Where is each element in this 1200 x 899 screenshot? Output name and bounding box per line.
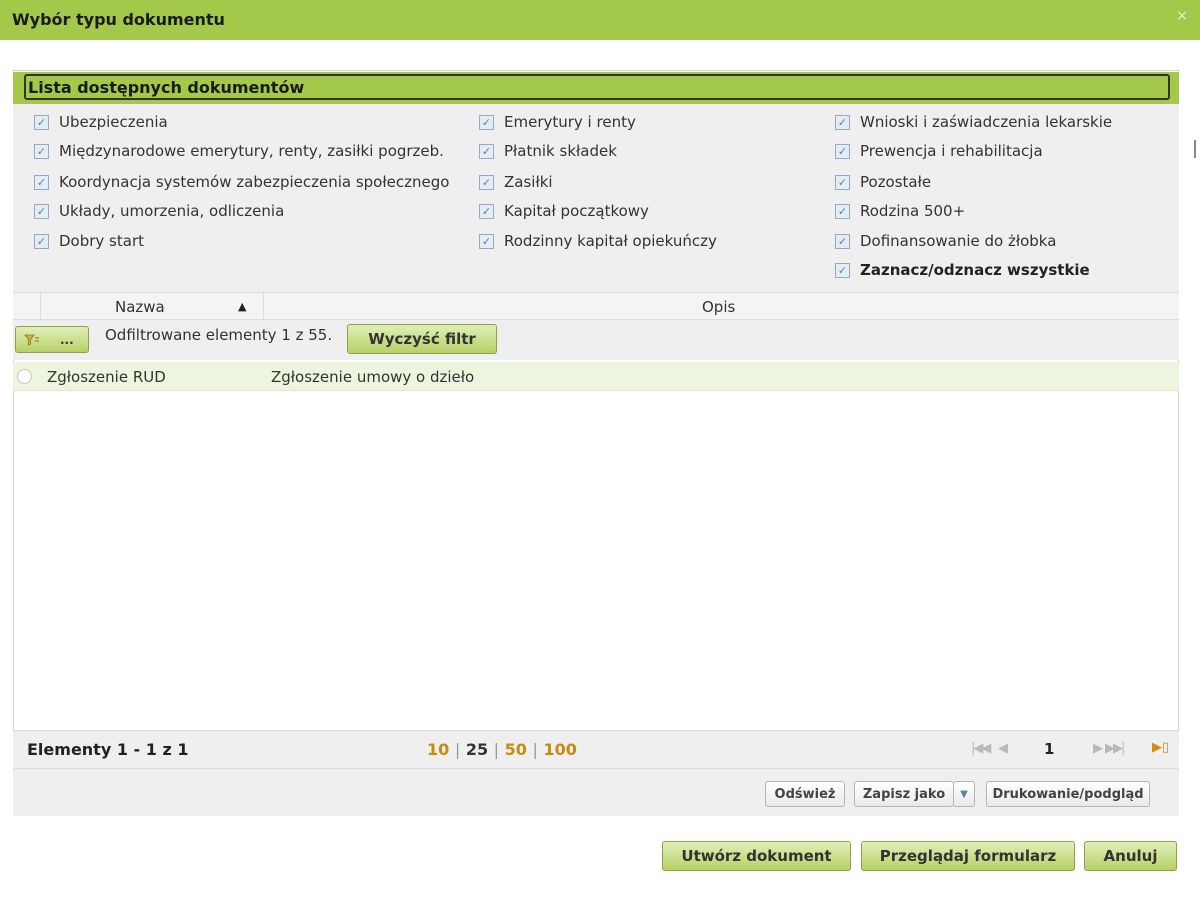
filter-label: Emerytury i renty — [504, 113, 636, 131]
filter-funnel-icon — [24, 334, 39, 346]
checkbox-checked-icon: ✓ — [479, 143, 494, 159]
filter-label: Kapitał początkowy — [504, 202, 649, 220]
filter-checkbox[interactable]: ✓ Układy, umorzenia, odliczenia — [34, 200, 284, 222]
clear-filter-button[interactable]: Wyczyść filtr — [347, 324, 497, 354]
row-radio[interactable] — [17, 369, 32, 384]
checkbox-checked-icon: ✓ — [34, 143, 49, 159]
checkbox-checked-icon: ✓ — [479, 233, 494, 249]
checkbox-checked-icon: ✓ — [479, 114, 494, 130]
cancel-button[interactable]: Anuluj — [1084, 841, 1177, 871]
save-as-dropdown-icon[interactable]: ▼ — [953, 781, 975, 807]
grid-header — [13, 292, 1179, 320]
column-divider — [263, 292, 264, 320]
filter-checkbox[interactable]: ✓ Wnioski i zaświadczenia lekarskie — [835, 111, 1112, 133]
page-size-separator: | — [454, 740, 461, 759]
filter-checkbox[interactable]: ✓ Dobry start — [34, 230, 144, 252]
filter-checkbox[interactable]: ✓ Kapitał początkowy — [479, 200, 649, 222]
row-desc: Zgłoszenie umowy o dzieło — [271, 368, 475, 386]
filter-checkbox[interactable]: ✓ Ubezpieczenia — [34, 111, 168, 133]
filter-label: Koordynacja systemów zabezpieczenia społ… — [59, 173, 450, 191]
filter-label: Wnioski i zaświadczenia lekarskie — [860, 113, 1113, 131]
select-all-label: Zaznacz/odznacz wszystkie — [860, 261, 1090, 279]
checkbox-checked-icon: ✓ — [34, 203, 49, 219]
filter-status: Odfiltrowane elementy 1 z 55. — [105, 326, 333, 344]
filter-checkbox[interactable]: ✓ Zasiłki — [479, 171, 553, 193]
filter-button[interactable]: ... — [15, 326, 89, 353]
close-icon[interactable]: × — [1176, 8, 1188, 24]
filter-label: Rodzinny kapitał opiekuńczy — [504, 232, 717, 250]
save-as-button[interactable]: Zapisz jako — [854, 781, 954, 807]
checkbox-checked-icon: ✓ — [34, 114, 49, 130]
filter-label: Układy, umorzenia, odliczenia — [59, 202, 285, 220]
filter-checkbox[interactable]: ✓ Rodzina 500+ — [835, 200, 965, 222]
pager-summary: Elementy 1 - 1 z 1 — [27, 740, 189, 759]
refresh-button[interactable]: Odśwież — [765, 781, 845, 807]
row-name: Zgłoszenie RUD — [47, 368, 166, 386]
filter-label: Prewencja i rehabilitacja — [860, 142, 1043, 160]
table-row[interactable] — [13, 362, 1179, 391]
filter-checkbox[interactable]: ✓ Płatnik składek — [479, 140, 617, 162]
create-document-button[interactable]: Utwórz dokument — [662, 841, 851, 871]
filter-checkbox[interactable]: ✓ Emerytury i renty — [479, 111, 636, 133]
page-size-separator: | — [532, 740, 538, 759]
filter-label: Międzynarodowe emerytury, renty, zasiłki… — [59, 142, 444, 160]
page-size-100[interactable]: 100 — [543, 740, 576, 759]
filter-checkbox[interactable]: ✓ Koordynacja systemów zabezpieczenia spo… — [34, 171, 449, 193]
checkbox-checked-icon: ✓ — [34, 174, 49, 190]
filter-checkbox[interactable]: ✓ Międzynarodowe emerytury, renty, zasiłk… — [34, 140, 444, 162]
page-size-separator: | — [493, 740, 500, 759]
browse-form-button[interactable]: Przeglądaj formularz — [861, 841, 1075, 871]
current-page: 1 — [1044, 740, 1055, 758]
prev-page-icon[interactable]: ◀ — [998, 741, 1008, 756]
last-page-icon[interactable]: ▶▶| — [1105, 741, 1125, 756]
checkbox-checked-icon: ✓ — [835, 143, 850, 159]
filter-label: Pozostałe — [860, 173, 932, 191]
page-size-10[interactable]: 10 — [427, 740, 449, 759]
filter-checkbox[interactable]: ✓ Dofinansowanie do żłobka — [835, 230, 1056, 252]
sort-asc-icon[interactable]: ▲ — [238, 300, 246, 313]
filter-checkbox[interactable]: ✓ Pozostałe — [835, 171, 931, 193]
checkbox-checked-icon: ✓ — [479, 203, 494, 219]
column-divider — [40, 292, 41, 320]
checkbox-checked-icon: ✓ — [835, 114, 850, 130]
filter-label: Rodzina 500+ — [860, 202, 966, 220]
page-size-50[interactable]: 50 — [505, 740, 527, 759]
filter-button-label: ... — [60, 332, 74, 347]
column-header-name[interactable]: Nazwa — [115, 298, 165, 316]
select-all-checkbox[interactable]: ✓ Zaznacz/odznacz wszystkie — [835, 259, 1090, 281]
dialog-title: Wybór typu dokumentu — [12, 10, 225, 29]
filter-label: Płatnik składek — [504, 142, 617, 160]
export-icon[interactable]: ▶▯ — [1152, 740, 1169, 755]
filter-label: Dofinansowanie do żłobka — [860, 232, 1057, 250]
filter-checkbox[interactable]: ✓ Prewencja i rehabilitacja — [835, 140, 1043, 162]
next-page-icon[interactable]: ▶ — [1093, 741, 1103, 756]
checkbox-checked-icon: ✓ — [479, 174, 494, 190]
first-page-icon[interactable]: |◀◀ — [971, 741, 991, 756]
filter-label: Zasiłki — [504, 173, 553, 191]
filter-label: Dobry start — [59, 232, 144, 250]
column-header-desc[interactable]: Opis — [702, 298, 735, 316]
checkbox-checked-icon: ✓ — [34, 233, 49, 249]
checkbox-checked-icon: ✓ — [835, 174, 850, 190]
page-size-25[interactable]: 25 — [466, 740, 488, 759]
checkbox-checked-icon: ✓ — [835, 233, 850, 249]
filter-label: Ubezpieczenia — [59, 113, 168, 131]
checkbox-checked-icon: ✓ — [835, 262, 850, 278]
print-preview-button[interactable]: Drukowanie/podgląd — [986, 781, 1150, 807]
checkbox-checked-icon: ✓ — [835, 203, 850, 219]
filter-checkbox[interactable]: ✓ Rodzinny kapitał opiekuńczy — [479, 230, 717, 252]
edge-marker — [1194, 140, 1196, 158]
panel-title: Lista dostępnych dokumentów — [24, 74, 1170, 100]
page-size-selector: 10 | 25 | 50 | 100 — [427, 740, 577, 759]
